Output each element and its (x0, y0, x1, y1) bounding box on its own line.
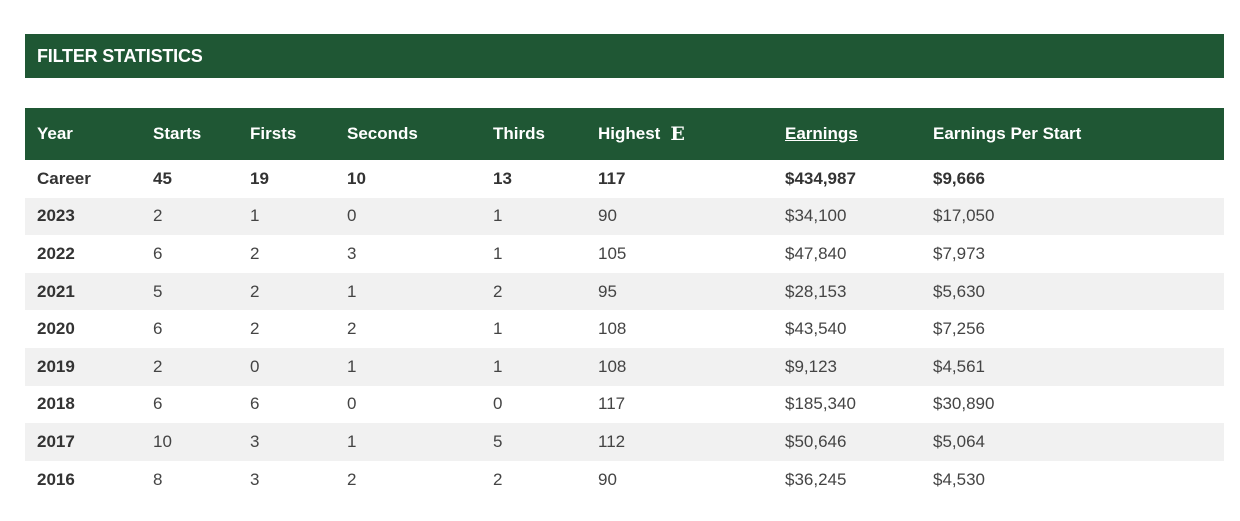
column-header-firsts: Firsts (250, 124, 297, 143)
table-row: 2022 6 2 3 1 105 $47,840 $7,973 (25, 235, 1224, 273)
column-header-starts: Starts (153, 124, 202, 143)
cell-thirds: 0 (493, 394, 503, 414)
cell-firsts: 2 (250, 319, 260, 339)
cell-thirds: 13 (493, 168, 512, 188)
column-header-seconds: Seconds (347, 124, 418, 143)
cell-earnings: $28,153 (785, 281, 847, 301)
cell-earnings-per-start: $5,064 (933, 431, 985, 451)
cell-starts: 6 (153, 394, 163, 414)
cell-thirds: 1 (493, 356, 503, 376)
cell-thirds: 2 (493, 469, 503, 489)
cell-highest: 117 (598, 394, 626, 414)
cell-seconds: 1 (347, 431, 357, 451)
cell-year: 2019 (37, 356, 75, 376)
cell-starts: 8 (153, 469, 163, 489)
filter-statistics-title: FILTER STATISTICS (37, 45, 203, 66)
column-header-highest-label: Highest (598, 124, 661, 143)
cell-highest: 90 (598, 206, 617, 226)
table-row: 2019 2 0 1 1 108 $9,123 $4,561 (25, 347, 1224, 386)
cell-year: 2017 (37, 431, 75, 451)
filter-statistics-bar[interactable]: FILTER STATISTICS (25, 34, 1224, 78)
cell-earnings: $434,987 (785, 168, 856, 188)
cell-starts: 6 (153, 319, 163, 339)
cell-starts: 45 (153, 168, 172, 188)
cell-seconds: 2 (347, 319, 357, 339)
cell-year: 2022 (37, 243, 75, 263)
cell-highest: 108 (598, 319, 627, 339)
cell-thirds: 5 (493, 431, 503, 451)
cell-starts: 2 (153, 356, 163, 376)
cell-earnings-per-start: $9,666 (933, 168, 985, 188)
cell-starts: 10 (153, 431, 172, 451)
cell-earnings-per-start: $30,890 (933, 394, 995, 414)
table-row: 2016 8 3 2 2 90 $36,245 $4,530 (25, 461, 1224, 499)
cell-earnings: $36,245 (785, 469, 847, 489)
table-row: 2020 6 2 2 1 108 $43,540 $7,256 (25, 310, 1224, 348)
column-header-thirds: Thirds (493, 124, 545, 143)
cell-year: 2021 (37, 281, 75, 301)
cell-seconds: 2 (347, 469, 357, 489)
cell-seconds: 1 (347, 281, 357, 301)
cell-thirds: 1 (493, 206, 503, 226)
statistics-table: Year Starts Firsts Seconds Thirds Highes… (25, 108, 1224, 498)
cell-earnings-per-start: $4,530 (933, 469, 985, 489)
cell-earnings: $50,646 (785, 431, 847, 451)
cell-highest: 95 (598, 281, 617, 301)
cell-starts: 5 (153, 281, 163, 301)
cell-firsts: 3 (250, 431, 260, 451)
cell-earnings: $47,840 (785, 243, 847, 263)
cell-highest: 112 (598, 431, 626, 451)
cell-thirds: 2 (493, 281, 503, 301)
earnings-sort-link[interactable]: Earnings (785, 124, 858, 143)
cell-firsts: 1 (250, 206, 260, 226)
cell-firsts: 2 (250, 243, 260, 263)
cell-seconds: 1 (347, 356, 357, 376)
cell-earnings: $9,123 (785, 356, 837, 376)
cell-year: Career (37, 168, 91, 188)
cell-year: 2018 (37, 394, 75, 414)
cell-earnings-per-start: $4,561 (933, 356, 985, 376)
cell-firsts: 19 (250, 168, 269, 188)
cell-year: 2020 (37, 319, 75, 339)
column-header-year: Year (37, 124, 73, 143)
cell-earnings: $43,540 (785, 319, 847, 339)
cell-earnings: $34,100 (785, 206, 847, 226)
table-row: 2021 5 2 1 2 95 $28,153 $5,630 (25, 272, 1224, 311)
cell-thirds: 1 (493, 319, 503, 339)
cell-earnings-per-start: $7,256 (933, 319, 985, 339)
cell-seconds: 0 (347, 206, 357, 226)
column-header-earnings: Earnings (773, 108, 921, 160)
table-row-career: Career 45 19 10 13 117 $434,987 $9,666 (25, 160, 1224, 198)
cell-year: 2023 (37, 206, 75, 226)
cell-firsts: 2 (250, 281, 260, 301)
column-header-earnings-per-start: Earnings Per Start (933, 124, 1082, 143)
cell-starts: 6 (153, 243, 163, 263)
cell-highest: 117 (598, 168, 626, 188)
cell-seconds: 10 (347, 168, 366, 188)
cell-highest: 105 (598, 243, 627, 263)
cell-earnings-per-start: $17,050 (933, 206, 995, 226)
cell-firsts: 6 (250, 394, 260, 414)
cell-seconds: 0 (347, 394, 357, 414)
cell-earnings-per-start: $7,973 (933, 243, 985, 263)
cell-highest: 108 (598, 356, 627, 376)
cell-year: 2016 (37, 469, 75, 489)
cell-firsts: 0 (250, 356, 260, 376)
table-row: 2017 10 3 1 5 112 $50,646 $5,064 (25, 423, 1224, 461)
table-row: 2018 6 6 0 0 117 $185,340 $30,890 (25, 386, 1224, 424)
table-row: 2023 2 1 0 1 90 $34,100 $17,050 (25, 197, 1224, 236)
cell-earnings: $185,340 (785, 394, 856, 414)
cell-thirds: 1 (493, 243, 503, 263)
cell-earnings-per-start: $5,630 (933, 281, 985, 301)
cell-highest: 90 (598, 469, 617, 489)
cell-seconds: 3 (347, 243, 357, 263)
column-header-highest: Highest E (586, 108, 773, 160)
cell-starts: 2 (153, 206, 163, 226)
equibase-e-icon[interactable]: E (670, 123, 684, 145)
cell-firsts: 3 (250, 469, 260, 489)
table-header-row: Year Starts Firsts Seconds Thirds Highes… (25, 108, 1224, 160)
